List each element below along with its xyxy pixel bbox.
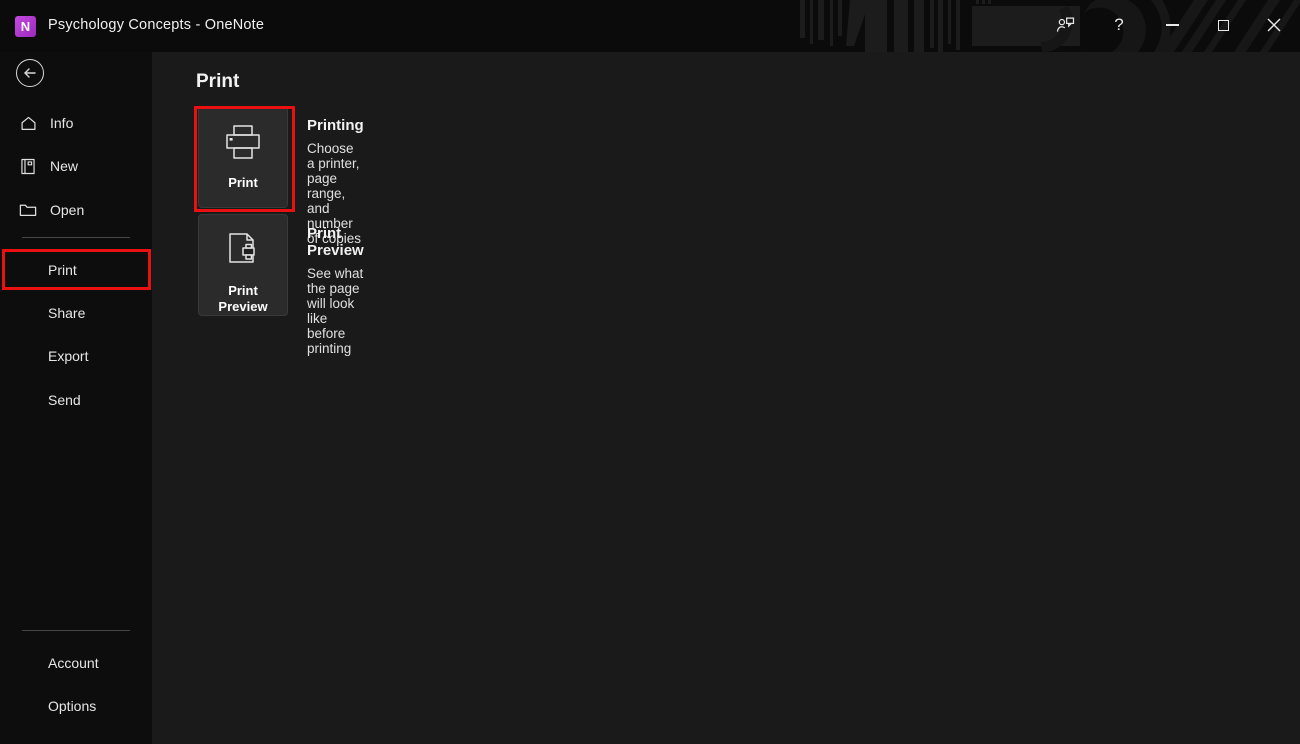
sidebar-item-info[interactable]: Info xyxy=(0,106,152,140)
help-glyph: ? xyxy=(1114,15,1124,34)
print-preview-icon xyxy=(223,232,263,274)
sidebar-item-share[interactable]: Share xyxy=(0,296,152,330)
sidebar-item-label: Share xyxy=(48,305,86,321)
print-preview-description-block: Print Preview See what the page will loo… xyxy=(307,225,364,356)
sidebar-item-label: Account xyxy=(48,655,99,671)
sidebar-item-label: Export xyxy=(48,348,89,364)
logo-letter: N xyxy=(20,19,31,34)
sidebar-item-label: Options xyxy=(48,698,97,714)
help-icon[interactable]: ? xyxy=(1100,8,1138,42)
onenote-logo-icon: N xyxy=(15,16,36,37)
sidebar-item-export[interactable]: Export xyxy=(0,339,152,373)
close-icon[interactable] xyxy=(1255,8,1293,42)
sidebar-item-label: Open xyxy=(50,202,85,218)
sidebar-item-new[interactable]: New xyxy=(0,149,152,183)
print-button[interactable]: Print xyxy=(198,106,288,208)
print-preview-button[interactable]: Print Preview xyxy=(198,214,288,316)
window-title: Psychology Concepts - OneNote xyxy=(48,17,265,33)
minimize-bar xyxy=(1165,24,1179,26)
sidebar-item-print[interactable]: Print xyxy=(0,253,152,287)
sidebar-item-label: Info xyxy=(50,115,74,131)
notebook-icon xyxy=(14,158,42,175)
sidebar-item-label: Print xyxy=(48,262,77,278)
print-preview-description: See what the page will look like before … xyxy=(307,266,364,356)
print-tile-label: Print xyxy=(228,175,258,190)
sidebar-item-label: Send xyxy=(48,392,81,408)
sidebar-divider-top xyxy=(22,237,130,238)
sidebar-item-send[interactable]: Send xyxy=(0,383,152,417)
back-button[interactable] xyxy=(16,59,44,87)
sidebar-item-label: New xyxy=(50,158,79,174)
sidebar-item-account[interactable]: Account xyxy=(0,646,152,680)
sidebar-item-open[interactable]: Open xyxy=(0,193,152,227)
print-preview-tile-label: Print Preview xyxy=(218,283,268,314)
page-title: Print xyxy=(196,71,240,92)
folder-icon xyxy=(14,202,42,218)
maximize-box xyxy=(1217,19,1229,31)
print-preview-title: Print Preview xyxy=(307,225,364,259)
printing-title: Printing xyxy=(307,117,364,134)
share-person-icon[interactable] xyxy=(1046,8,1084,42)
maximize-icon[interactable] xyxy=(1204,8,1242,42)
home-icon xyxy=(14,115,42,132)
backstage-sidebar: Info New Open Print Share Export Send Ac… xyxy=(0,52,152,744)
sidebar-divider-bottom xyxy=(22,630,130,631)
printer-icon xyxy=(223,124,263,166)
onenote-backstage-window: N Psychology Concepts - OneNote ? Info N… xyxy=(0,0,1300,744)
minimize-icon[interactable] xyxy=(1153,8,1191,42)
title-bar: N Psychology Concepts - OneNote ? xyxy=(0,0,1300,52)
print-pane: Print Print Printing Choose a printer, p… xyxy=(152,52,1300,744)
sidebar-item-options[interactable]: Options xyxy=(0,689,152,723)
